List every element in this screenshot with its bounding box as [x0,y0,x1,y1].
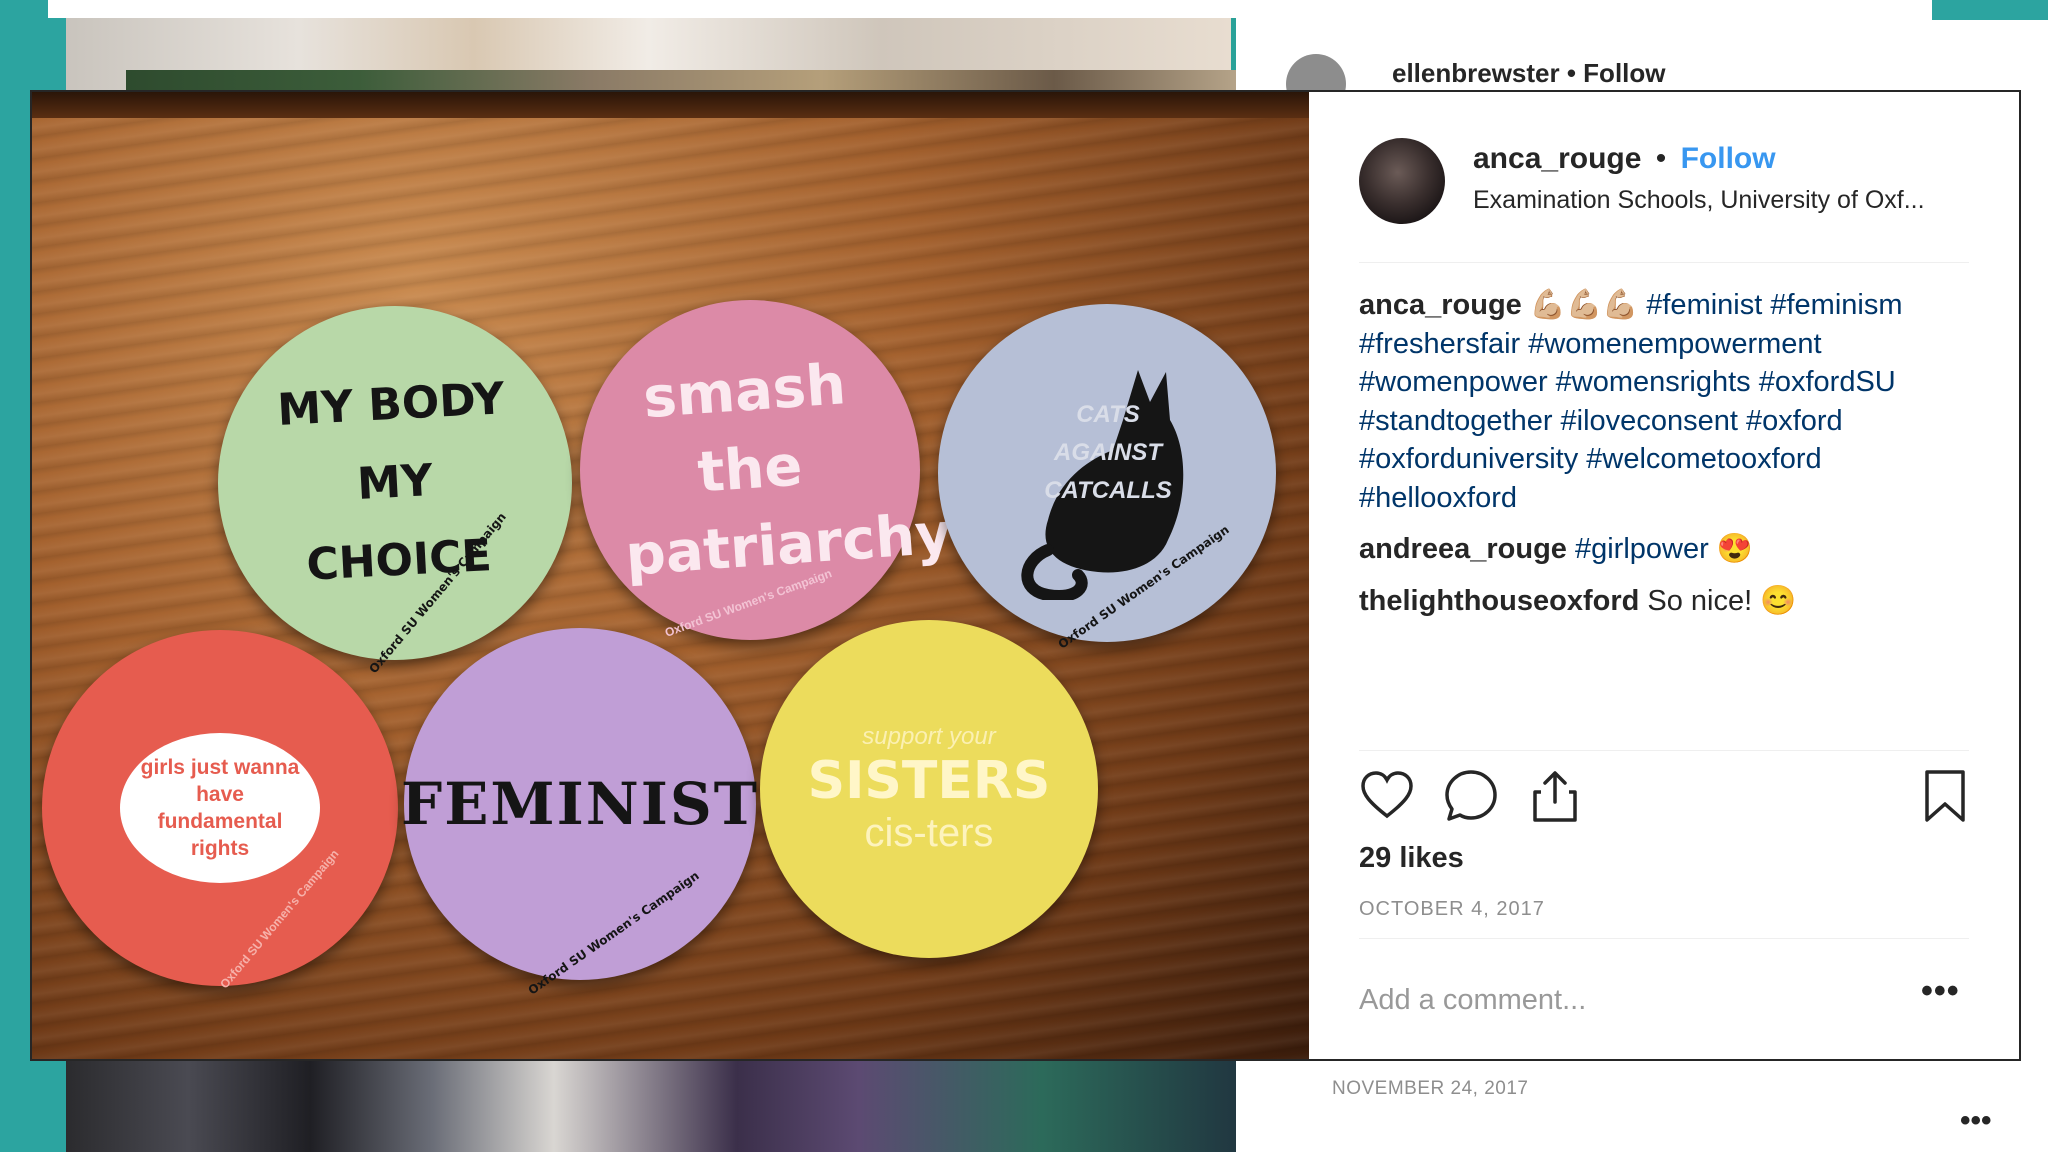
comment-item: andreea_rouge #girlpower 😍 [1359,530,1969,569]
bookmark-icon[interactable] [1917,768,1973,824]
flexed-biceps-emoji: 💪🏼💪🏼💪🏼 [1529,289,1639,321]
follow-button[interactable]: Follow [1681,142,1776,175]
background-white-strip [48,0,2008,18]
comment-item: thelighthouseoxford So nice! 😊 [1359,582,1969,621]
action-bar [1359,768,1969,824]
divider [1359,262,1969,263]
speech-bubble: girls just wanna have fundamental rights [120,733,320,883]
avatar[interactable] [1359,138,1445,224]
comment-icon[interactable] [1443,768,1499,824]
sticker-footer: Oxford SU Women's Campaign [525,868,702,998]
comment-text[interactable]: #girlpower [1575,533,1709,565]
comment-text: So nice! [1647,584,1753,617]
separator-dot: • [1655,142,1667,175]
sticker-top-text: support your [862,722,996,750]
more-options-icon[interactable]: ••• [1921,972,1960,1011]
heart-eyes-emoji: 😍 [1716,533,1753,565]
comment-username[interactable]: andreea_rouge [1359,533,1567,565]
sticker-cats-against-catcalls: CATS AGAINST CATCALLS Oxford SU Women's … [938,304,1276,652]
sticker-sisters: support your SISTERS cis-ters [760,620,1098,958]
sticker-text: MY BODY MY CHOICE [276,373,506,591]
share-icon[interactable] [1527,768,1583,824]
sticker-text: SISTERS [807,750,1051,811]
likes-count[interactable]: 29 likes [1359,842,1464,875]
background-more-icon[interactable]: ••• [1960,1104,1992,1138]
username-link[interactable]: anca_rouge [1473,142,1641,175]
sticker-my-body-my-choice: MY BODY MY CHOICE Oxford SU Women's Camp… [218,306,572,676]
sticker-bottom-text: cis-ters [864,810,994,855]
post-sidebar: anca_rouge • Follow Examination Schools,… [1309,92,2019,1059]
sticker-text: CATS AGAINST CATCALLS [1044,401,1172,504]
post-date[interactable]: OCTOBER 4, 2017 [1359,898,1545,921]
location-link[interactable]: Examination Schools, University of Oxf..… [1473,186,1925,215]
add-comment-input[interactable]: Add a comment... [1359,984,1586,1017]
post-modal: MY BODY MY CHOICE Oxford SU Women's Camp… [32,92,2019,1059]
username-row: anca_rouge • Follow [1473,142,1776,176]
post-photo[interactable]: MY BODY MY CHOICE Oxford SU Women's Camp… [32,92,1309,1059]
comment-username[interactable]: thelighthouseoxford [1359,585,1639,617]
post-header: anca_rouge • Follow Examination Schools,… [1309,92,2019,262]
divider [1359,750,1969,751]
sticker-smash-the-patriarchy: smash the patriarchy Oxford SU Women's C… [580,300,954,640]
smile-emoji: 😊 [1760,584,1797,617]
background-photo-bottom [66,1058,1286,1152]
sticker-text: smash the patriarchy [623,352,954,589]
heart-icon[interactable] [1359,768,1415,824]
sticker-fundamental-rights: girls just wanna have fundamental rights… [42,630,398,991]
photo-shadow [32,92,1309,118]
background-teal-corner [1932,0,2048,20]
sticker-text: FEMINIST [401,770,759,838]
caption: anca_rouge 💪🏼💪🏼💪🏼 #feminist #feminism #f… [1359,286,1969,517]
background-date: NOVEMBER 24, 2017 [1332,1078,1529,1099]
sticker-feminist: FEMINIST Oxford SU Women's Campaign [401,628,759,998]
caption-username[interactable]: anca_rouge [1359,289,1522,321]
comments-list: anca_rouge 💪🏼💪🏼💪🏼 #feminist #feminism #f… [1359,286,1969,633]
divider [1359,938,1969,939]
